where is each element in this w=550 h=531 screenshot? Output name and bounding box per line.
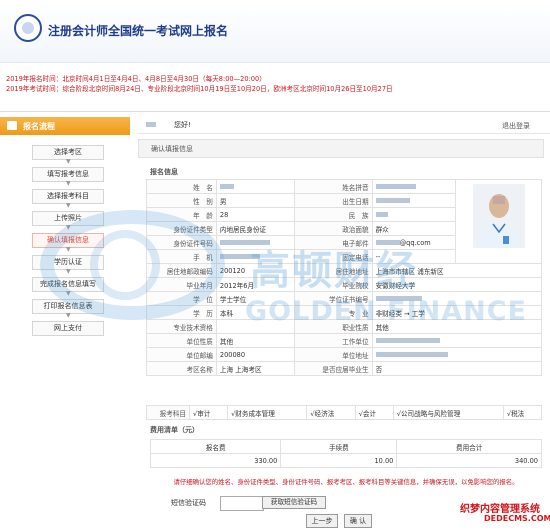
watermark-logo-inner-icon — [90, 230, 160, 300]
subject-audit: √审计 — [188, 405, 229, 420]
table-row: 考区名称 上海 上海考区 是否应届毕业生 否 — [146, 361, 543, 376]
value-ethnicity — [371, 207, 457, 222]
fee-value-registration: 330.00 — [149, 453, 282, 468]
fee-table: 报名费 手续费 费用合计 330.00 10.00 340.00 — [149, 439, 542, 468]
fee-section-label: 费用清单（元） — [150, 426, 199, 434]
subjects-table: 报考科目 √审计 √财务成本管理 √经济法 √会计 √公司战略与风险管理 √税法 — [146, 405, 543, 420]
label-org-postcode: 单位邮编 — [146, 347, 217, 362]
label-org-address: 单位地址 — [293, 347, 373, 362]
value-org-postcode: 200080 — [215, 347, 295, 362]
chevron-down-icon: ▼ — [66, 158, 71, 165]
redacted-value — [375, 212, 388, 217]
chevron-down-icon: ▼ — [66, 180, 71, 187]
redacted-value — [375, 352, 448, 357]
value-org-type: 其他 — [215, 333, 295, 348]
label-subjects: 报考科目 — [146, 405, 190, 420]
corner-brand-title: 织梦内容管理系统 — [460, 504, 540, 515]
divider — [0, 111, 550, 112]
value-political: 群众 — [371, 221, 457, 236]
label-tech-qual: 专业技术资格 — [146, 319, 217, 334]
subject-financial-cost: √财务成本管理 — [227, 405, 308, 420]
redacted-value — [219, 184, 234, 189]
value-org-address — [371, 347, 543, 362]
watermark-cn: 高顿财经 — [250, 248, 418, 294]
value-birthdate — [371, 193, 457, 208]
process-icon — [7, 121, 17, 130]
redacted-username — [146, 122, 156, 127]
sms-code-input[interactable] — [220, 496, 264, 511]
chevron-down-icon: ▼ — [66, 312, 71, 319]
chevron-down-icon: ▼ — [66, 202, 71, 209]
section-title-bar: 确认填报信息 — [138, 139, 544, 158]
applicant-photo — [473, 184, 526, 248]
cicpa-logo-icon — [14, 14, 42, 42]
greeting-text: 您好! — [174, 121, 191, 129]
notice-exam-time: 2019年考试时间：综合阶段北京时间8月24日、专业阶段北京时间10月19日至1… — [6, 85, 393, 93]
sms-code-label: 短信验证码 — [171, 499, 206, 507]
value-age: 28 — [215, 207, 295, 222]
previous-step-button[interactable]: 上一步 — [306, 514, 338, 528]
label-pinyin: 姓名拼音 — [293, 179, 373, 194]
greeting-bar: 您好! 退出登录 — [138, 117, 550, 134]
confirm-warning: 请仔细确认您的姓名、身份证件类型、身份证件号码、报考考区、报考科目等关键信息，并… — [173, 478, 519, 486]
value-name — [215, 179, 295, 194]
sidebar-title: 报名流程 — [23, 122, 55, 131]
fee-header-registration: 报名费 — [149, 439, 282, 454]
sidebar-header: 报名流程 — [0, 117, 130, 135]
fee-value-total: 340.00 — [396, 453, 542, 468]
subject-tax-law: √税法 — [502, 405, 543, 420]
site-title: 注册会计师全国统一考试网上报名 — [48, 24, 229, 38]
table-row: 报考科目 √审计 √财务成本管理 √经济法 √会计 √公司战略与风险管理 √税法 — [146, 405, 543, 420]
notice-block: 2019年报名时间：北京时间4月1日至4月4日、4月8日至4月30日（每天8:0… — [6, 74, 393, 94]
subject-strategy-risk: √公司战略与风险管理 — [392, 405, 504, 420]
fee-header-total: 费用合计 — [396, 439, 542, 454]
redacted-value — [375, 198, 410, 203]
value-exam-area: 上海 上海考区 — [215, 361, 295, 376]
photo-cell — [455, 179, 542, 264]
value-fresh-grad: 否 — [371, 361, 543, 376]
table-row: 报名费 手续费 费用合计 — [149, 439, 542, 454]
label-org-type: 单位性质 — [146, 333, 217, 348]
watermark-en: GOLDEN FINANCE — [245, 296, 528, 327]
label-political: 政治面貌 — [293, 221, 373, 236]
label-gender: 性 别 — [146, 193, 217, 208]
table-row: 330.00 10.00 340.00 — [149, 453, 542, 468]
confirm-button[interactable]: 确 认 — [344, 514, 372, 528]
redacted-value — [375, 338, 440, 343]
logout-link[interactable]: 退出登录 — [502, 121, 530, 131]
redacted-value — [375, 184, 416, 189]
label-employer: 工作单位 — [293, 333, 373, 348]
step-online-payment[interactable]: 网上支付 — [32, 321, 104, 336]
subject-economic-law: √经济法 — [306, 405, 356, 420]
table-row: 单位邮编 200080 单位地址 — [146, 347, 543, 362]
value-gender: 男 — [215, 193, 295, 208]
table-row: 姓 名 姓名拼音 — [146, 179, 542, 264]
label-exam-area: 考区名称 — [146, 361, 217, 376]
value-id-type: 内地居民身份证 — [215, 221, 295, 236]
label-ethnicity: 民 族 — [293, 207, 373, 222]
label-birthdate: 出生日期 — [293, 193, 373, 208]
notice-registration-time: 2019年报名时间：北京时间4月1日至4月4日、4月8日至4月30日（每天8:0… — [6, 75, 266, 83]
subject-accounting: √会计 — [354, 405, 394, 420]
label-fresh-grad: 是否应届毕业生 — [293, 361, 373, 376]
page-header: 注册会计师全国统一考试网上报名 — [0, 0, 550, 63]
sidebar: 报名流程 选择考区 ▼ 填写报考信息 ▼ 选择报考科目 ▼ 上传照片 ▼ 确认填… — [0, 117, 130, 531]
value-employer — [371, 333, 543, 348]
info-section-label: 报名信息 — [150, 168, 178, 176]
table-row: 单位性质 其他 工作单位 — [146, 333, 543, 348]
fee-header-service: 手续费 — [280, 439, 398, 454]
label-name: 姓 名 — [146, 179, 217, 194]
value-pinyin — [371, 179, 457, 194]
fee-value-service: 10.00 — [280, 453, 398, 468]
section-title: 确认填报信息 — [151, 145, 193, 153]
corner-brand-url: DEDECMS.COM — [484, 514, 550, 523]
get-sms-code-button[interactable]: 获取短信验证码 — [262, 496, 326, 509]
